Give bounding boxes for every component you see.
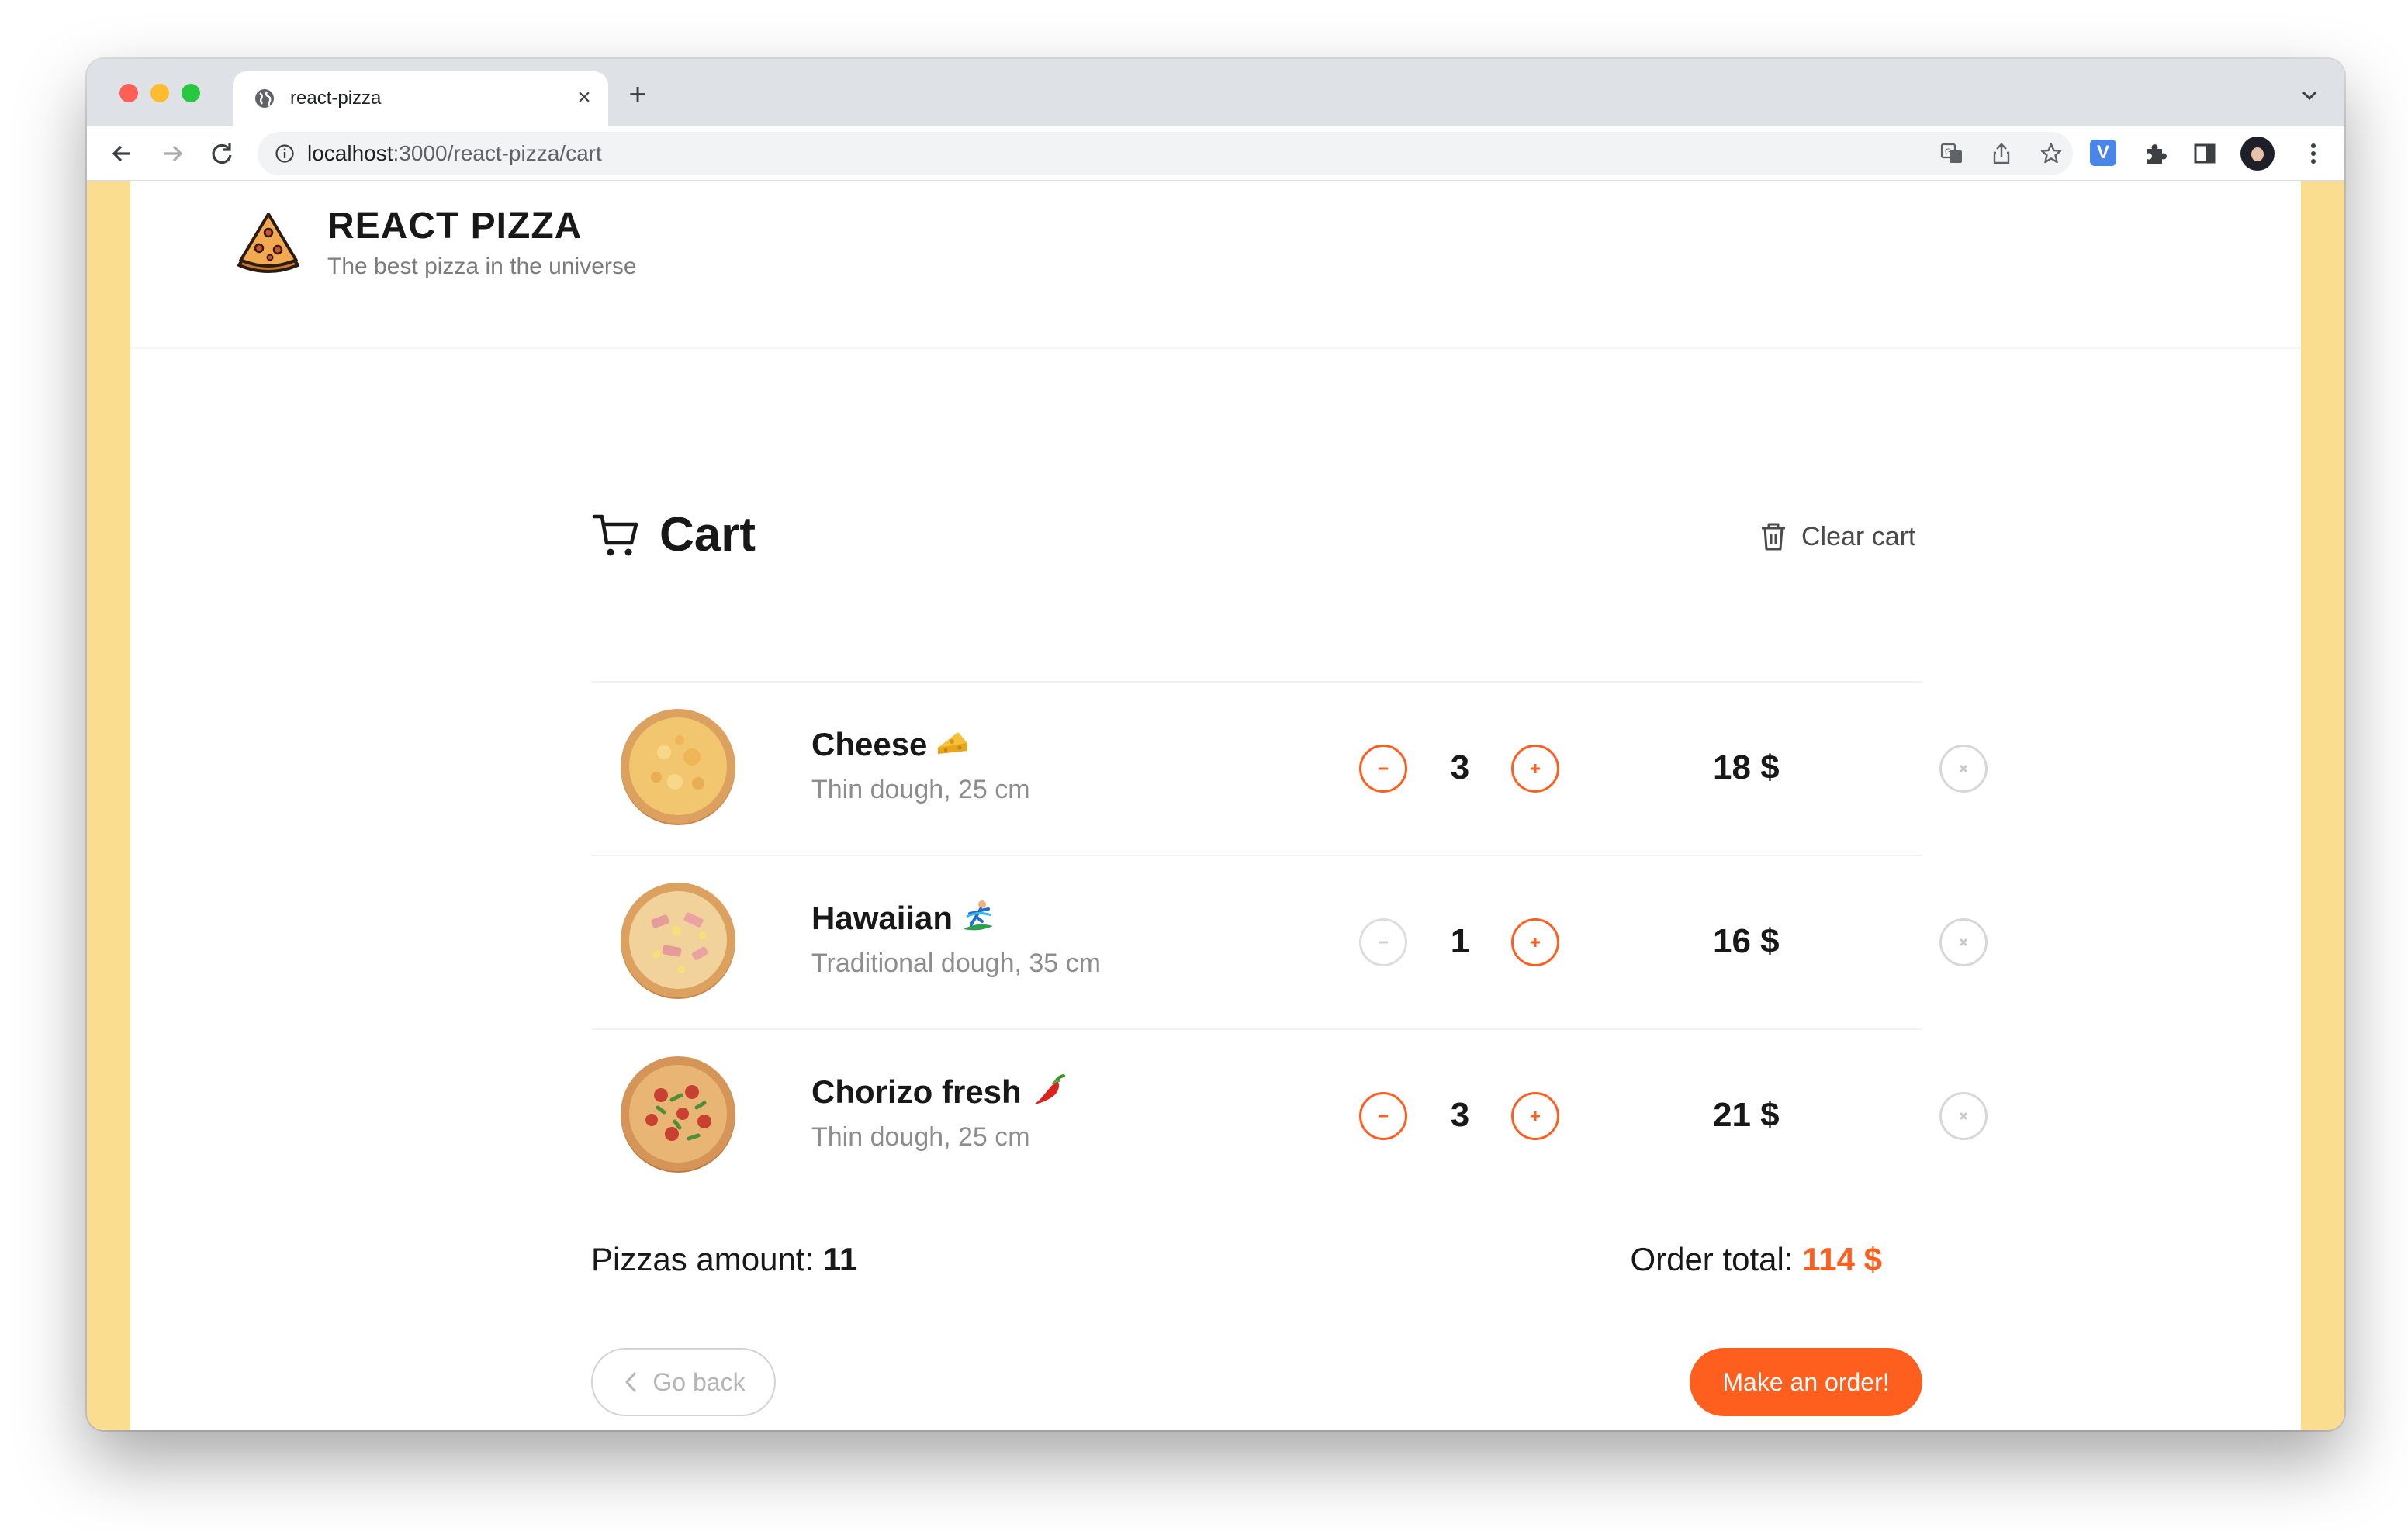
hot-pepper-icon [1033, 1074, 1065, 1104]
forward-arrow-icon[interactable] [157, 138, 188, 169]
item-details: Thin dough, 25 cm [811, 775, 1030, 804]
side-panel-icon[interactable] [2191, 140, 2219, 168]
info-icon[interactable] [275, 143, 295, 164]
pizzas-amount: Pizzas amount: 11 [591, 1238, 857, 1281]
minimize-window-button[interactable] [150, 84, 169, 102]
close-tab-icon[interactable]: × [573, 86, 596, 110]
increase-quantity-button[interactable] [1511, 1092, 1559, 1140]
order-total-label: Order total: [1630, 1241, 1803, 1277]
close-window-button[interactable] [119, 84, 138, 102]
trash-icon [1762, 523, 1785, 551]
decrease-quantity-button[interactable] [1359, 918, 1407, 966]
header-divider [130, 347, 2301, 349]
item-name-text: Cheese [811, 726, 928, 762]
close-icon [1959, 1111, 1968, 1121]
remove-item-button[interactable] [1939, 1092, 1988, 1140]
item-quantity: 3 [1450, 1096, 1470, 1134]
extensions-puzzle-icon[interactable] [2141, 140, 2169, 168]
globe-icon [255, 89, 274, 108]
item-quantity: 1 [1450, 922, 1470, 960]
url-text[interactable]: localhost:3000/react-pizza/cart [307, 141, 602, 166]
star-icon[interactable] [2039, 141, 2064, 166]
minus-icon [1379, 767, 1388, 770]
plus-icon [1531, 1111, 1540, 1121]
pizza-image-cheese [621, 709, 735, 825]
go-back-label: Go back [652, 1368, 746, 1396]
item-name: Chorizo fresh [811, 1072, 1065, 1112]
cart-title: Cart [659, 508, 756, 562]
page-content: REACT PIZZA The best pizza in the univer… [130, 181, 2301, 1430]
order-total: Order total: 114 $ [1630, 1238, 1882, 1281]
chevron-left-icon [625, 1372, 636, 1392]
pizza-image-chorizo [621, 1056, 735, 1173]
item-price: 16 $ [1713, 922, 1780, 960]
minus-icon [1379, 1115, 1388, 1118]
make-order-button[interactable]: Make an order! [1690, 1348, 1922, 1416]
item-price: 18 $ [1713, 748, 1780, 786]
surfer-icon [964, 900, 994, 931]
item-quantity: 3 [1450, 748, 1470, 786]
pizza-logo-icon[interactable] [236, 209, 301, 275]
page-viewport: REACT PIZZA The best pizza in the univer… [87, 181, 2344, 1430]
cart-row: Hawaiian Traditional dough, 35 cm 1 16 $ [591, 855, 1988, 1028]
decrease-quantity-button[interactable] [1359, 745, 1407, 793]
go-back-button[interactable]: Go back [591, 1348, 776, 1416]
order-total-value: 114 $ [1802, 1241, 1882, 1277]
browser-tab[interactable]: react-pizza × [233, 71, 608, 126]
browser-toolbar: localhost:3000/react-pizza/cart G V [87, 126, 2344, 181]
new-tab-button[interactable]: + [622, 79, 653, 112]
extension-v-icon[interactable]: V [2090, 140, 2116, 166]
share-icon[interactable] [1989, 141, 2014, 166]
browser-window: react-pizza × + localhost:3000/react-piz… [87, 59, 2344, 1430]
pizzas-amount-value: 11 [822, 1241, 858, 1277]
translate-icon[interactable]: G [1939, 141, 1964, 166]
plus-icon [1531, 938, 1540, 947]
cheese-icon [938, 732, 968, 754]
address-bar[interactable]: localhost:3000/react-pizza/cart G [258, 132, 2073, 175]
maximize-window-button[interactable] [182, 84, 200, 102]
increase-quantity-button[interactable] [1511, 918, 1559, 966]
brand-subtitle: The best pizza in the universe [327, 254, 637, 279]
cart-row: Chorizo fresh Thin dough, 25 cm 3 21 $ [591, 1028, 1988, 1202]
close-icon [1959, 938, 1968, 947]
chevron-down-icon[interactable] [2296, 82, 2323, 109]
item-price: 21 $ [1713, 1096, 1780, 1134]
item-name: Cheese [811, 724, 970, 765]
item-name-text: Chorizo fresh [811, 1073, 1022, 1110]
brand-title[interactable]: REACT PIZZA [327, 203, 582, 250]
item-name: Hawaiian [811, 898, 996, 938]
make-order-label: Make an order! [1722, 1368, 1890, 1396]
tab-strip: react-pizza × + [87, 59, 2344, 126]
back-arrow-icon[interactable] [107, 138, 138, 169]
cart-list: Cheese Thin dough, 25 cm 3 18 $ Hawaiian… [591, 681, 1988, 1202]
pizza-image-hawaiian [621, 883, 735, 999]
increase-quantity-button[interactable] [1511, 745, 1559, 793]
item-details: Traditional dough, 35 cm [811, 949, 1101, 978]
item-name-text: Hawaiian [811, 900, 953, 936]
decrease-quantity-button[interactable] [1359, 1092, 1407, 1140]
clear-cart-button[interactable]: Clear cart [1759, 517, 1915, 557]
profile-avatar[interactable] [2240, 137, 2275, 171]
item-details: Thin dough, 25 cm [811, 1122, 1030, 1152]
more-options-icon[interactable] [2299, 140, 2327, 168]
plus-icon [1531, 764, 1540, 773]
close-icon [1959, 764, 1968, 773]
minus-icon [1379, 941, 1388, 944]
remove-item-button[interactable] [1939, 745, 1988, 793]
cart-row: Cheese Thin dough, 25 cm 3 18 $ [591, 681, 1988, 855]
svg-text:G: G [1945, 147, 1952, 157]
pizzas-amount-label: Pizzas amount: [591, 1241, 823, 1277]
clear-cart-label: Clear cart [1801, 522, 1916, 551]
tab-title: react-pizza [290, 88, 382, 109]
shopping-cart-icon [592, 514, 638, 556]
reload-icon[interactable] [206, 138, 237, 169]
remove-item-button[interactable] [1939, 918, 1988, 966]
